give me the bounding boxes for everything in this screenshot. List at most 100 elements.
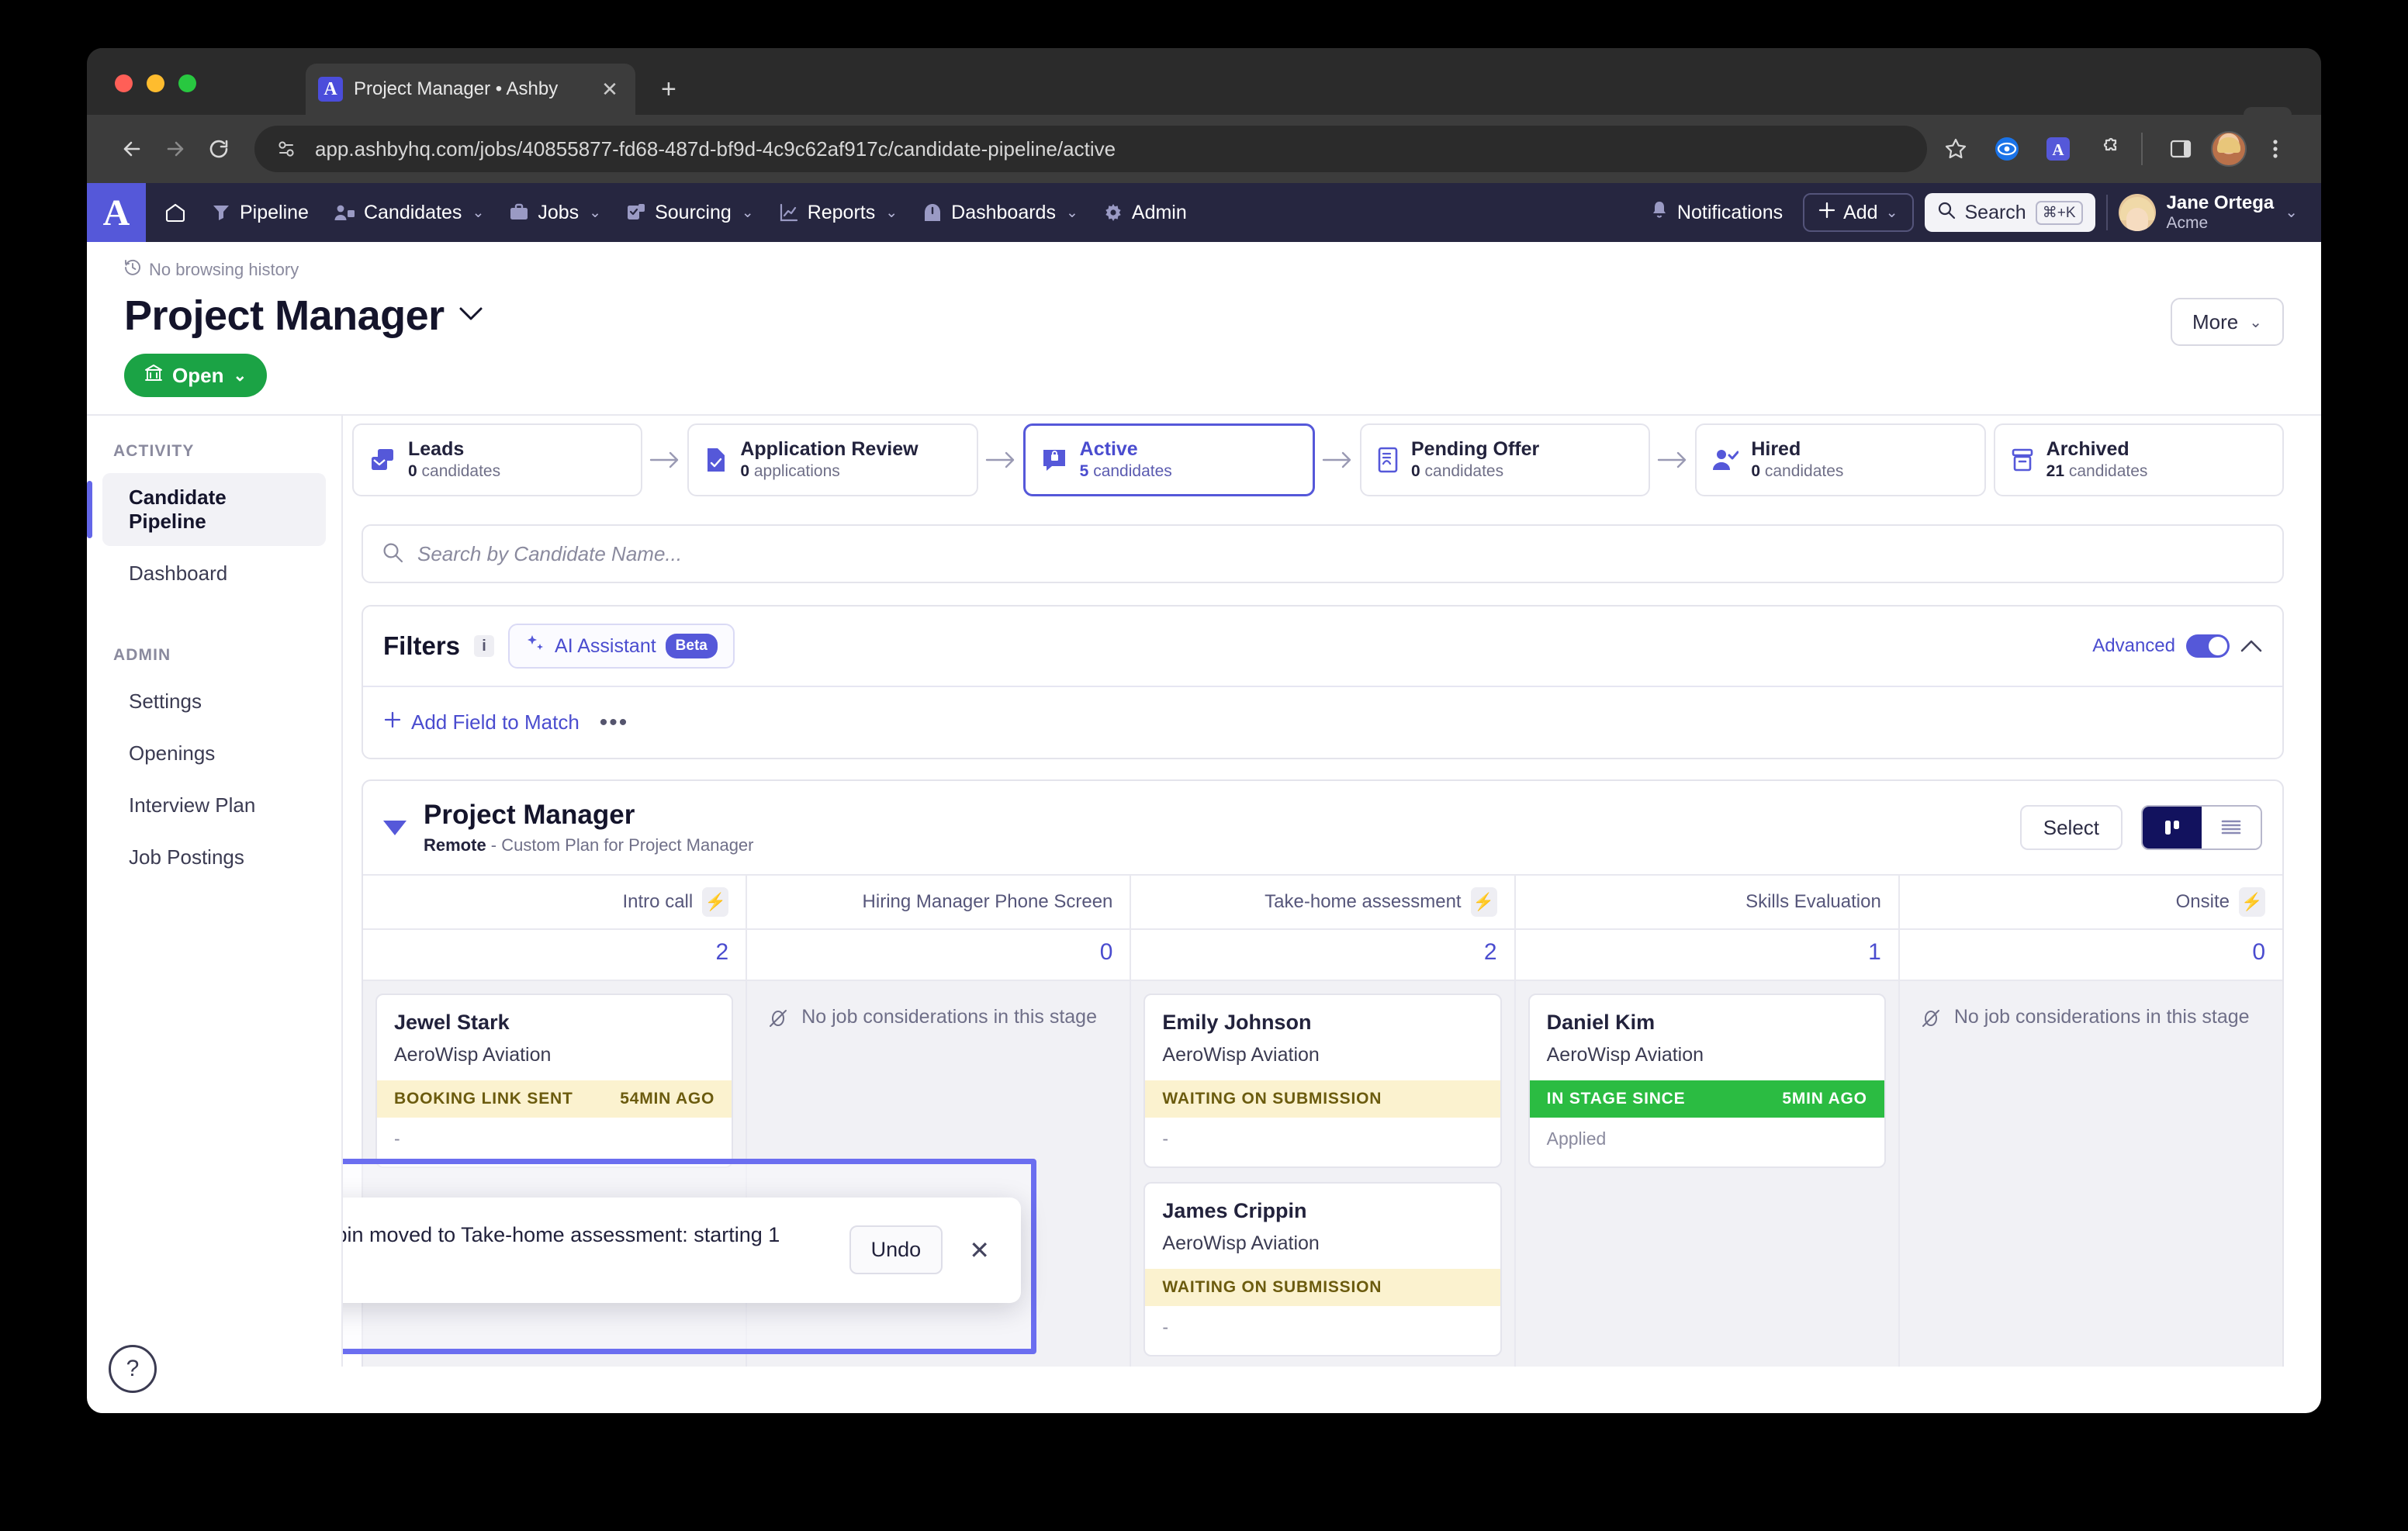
- add-field-to-match-button[interactable]: Add Field to Match: [383, 710, 580, 734]
- kanban-column-header-hiring-manager-phone-screen[interactable]: Hiring Manager Phone Screen: [747, 876, 1132, 929]
- close-icon[interactable]: ✕: [960, 1236, 999, 1265]
- side-panel-icon[interactable]: [2158, 126, 2203, 171]
- sidebar-item-job-postings[interactable]: Job Postings: [102, 833, 326, 882]
- advanced-label[interactable]: Advanced: [2092, 635, 2175, 657]
- sidebar-item-candidate-pipeline[interactable]: Candidate Pipeline: [87, 473, 326, 546]
- job-status-label: Open: [172, 363, 224, 387]
- nav-pipeline[interactable]: Pipeline: [199, 183, 321, 242]
- kanban-column-onsite[interactable]: No job considerations in this stage: [1899, 981, 2282, 1367]
- kanban-column-header-intro-call[interactable]: Intro call ⚡: [363, 876, 748, 929]
- search-icon: [1937, 201, 1956, 225]
- candidate-card[interactable]: James Crippin AeroWisp Aviation WAITING …: [1143, 1182, 1502, 1357]
- back-icon[interactable]: [110, 127, 154, 171]
- browser-window: A Project Manager • Ashby ✕ + app.ashbyh…: [87, 48, 2321, 1413]
- stage-card-leads[interactable]: Leads 0 candidates: [352, 423, 643, 496]
- kanban-column-header-skills-evaluation[interactable]: Skills Evaluation: [1516, 876, 1900, 929]
- application-icon: [704, 447, 728, 473]
- kanban-body: Jewel Stark AeroWisp Aviation BOOKING LI…: [363, 980, 2282, 1367]
- hired-icon: [1712, 448, 1739, 472]
- new-tab-icon[interactable]: +: [661, 76, 676, 102]
- gear-icon: [1103, 202, 1123, 223]
- select-button[interactable]: Select: [2019, 805, 2123, 851]
- open-status-icon: [144, 364, 163, 388]
- minimize-window-button[interactable]: [147, 74, 164, 92]
- sidebar-item-label: Dashboard: [129, 562, 228, 585]
- candidate-name: Jewel Stark: [394, 1011, 510, 1035]
- kanban-column-header-take-home-assessment[interactable]: Take-home assessment ⚡: [1131, 876, 1516, 929]
- job-status-badge[interactable]: Open ⌄: [124, 354, 268, 397]
- nav-pipeline-label: Pipeline: [240, 201, 309, 223]
- ashby-extension-icon[interactable]: A: [2036, 126, 2081, 171]
- nav-reports[interactable]: Reports ⌄: [766, 183, 910, 242]
- more-button[interactable]: More ⌄: [2170, 298, 2284, 346]
- bookmark-star-icon[interactable]: [1933, 126, 1978, 171]
- browser-profile-avatar[interactable]: [2211, 131, 2247, 167]
- extensions-puzzle-icon[interactable]: [2087, 126, 2132, 171]
- ai-assistant-button[interactable]: AI Assistant Beta: [508, 624, 735, 669]
- candidate-card[interactable]: Jewel Stark AeroWisp Aviation BOOKING LI…: [375, 994, 734, 1169]
- nav-candidates[interactable]: Candidates ⌄: [321, 183, 496, 242]
- nav-jobs[interactable]: Jobs ⌄: [496, 183, 614, 242]
- stage-card-pending-offer[interactable]: Pending Offer 0 candidates: [1359, 423, 1651, 496]
- forward-icon[interactable]: [154, 127, 197, 171]
- stage-card-hired[interactable]: Hired 0 candidates: [1695, 423, 1986, 496]
- briefcase-icon: [509, 202, 529, 223]
- candidate-card[interactable]: Daniel Kim AeroWisp Aviation IN STAGE SI…: [1527, 994, 1886, 1169]
- ashby-favicon-icon: A: [318, 77, 343, 102]
- search-input[interactable]: [417, 541, 2264, 566]
- stage-count: 5 candidates: [1080, 461, 1172, 482]
- board-view-icon[interactable]: [2143, 807, 2202, 849]
- kanban-column-skills-evaluation[interactable]: Daniel Kim AeroWisp Aviation IN STAGE SI…: [1515, 981, 1900, 1367]
- kanban-column-intro-call[interactable]: Jewel Stark AeroWisp Aviation BOOKING LI…: [363, 981, 748, 1367]
- undo-button[interactable]: Undo: [849, 1225, 943, 1275]
- collapse-chevron-up-icon[interactable]: [2240, 639, 2262, 653]
- sidebar-item-openings[interactable]: Openings: [102, 729, 326, 778]
- nav-jobs-label: Jobs: [538, 201, 580, 223]
- advanced-toggle[interactable]: [2186, 634, 2230, 658]
- browser-tab[interactable]: A Project Manager • Ashby ✕: [306, 64, 635, 115]
- add-button[interactable]: Add ⌄: [1803, 193, 1914, 232]
- notifications-button[interactable]: Notifications: [1641, 200, 1792, 226]
- stage-card-application-review[interactable]: Application Review 0 applications: [687, 423, 978, 496]
- stage-count: 0 candidates: [1751, 461, 1843, 482]
- list-view-icon[interactable]: [2202, 807, 2261, 849]
- collapse-caret-icon[interactable]: [383, 820, 407, 835]
- help-button[interactable]: ?: [109, 1345, 157, 1393]
- candidate-name: James Crippin: [1162, 1199, 1307, 1223]
- sidebar-item-dashboard[interactable]: Dashboard: [102, 549, 326, 598]
- candidate-card[interactable]: Emily Johnson AeroWisp Aviation WAITING …: [1143, 994, 1502, 1169]
- ashby-logo[interactable]: A: [87, 183, 146, 242]
- kanban-column-header-onsite[interactable]: Onsite ⚡: [1900, 876, 2282, 928]
- kanban-column-hiring-manager-phone-screen[interactable]: No job considerations in this stage: [747, 981, 1132, 1367]
- maximize-window-button[interactable]: [178, 74, 196, 92]
- extension-eye-icon[interactable]: [1984, 126, 2029, 171]
- reload-icon[interactable]: [197, 127, 240, 171]
- nav-dashboards[interactable]: Dashboards ⌄: [910, 183, 1091, 242]
- sidebar-item-settings[interactable]: Settings: [102, 677, 326, 726]
- filters-header: Filters i AI Assistant Beta Advanced: [363, 607, 2282, 687]
- close-window-button[interactable]: [115, 74, 133, 92]
- stage-card-active[interactable]: Active 5 candidates: [1022, 423, 1315, 496]
- kanban-column-take-home-assessment[interactable]: Emily Johnson AeroWisp Aviation WAITING …: [1131, 981, 1516, 1367]
- browser-menu-icon[interactable]: [2253, 126, 2298, 171]
- kanban-column-title: Take-home assessment: [1265, 891, 1462, 913]
- sidebar-item-interview-plan[interactable]: Interview Plan: [102, 781, 326, 830]
- nav-divider: [2105, 195, 2108, 230]
- user-menu[interactable]: Jane Ortega Acme ⌄: [2118, 192, 2303, 233]
- filters-more-icon[interactable]: •••: [600, 711, 629, 734]
- nav-sourcing[interactable]: Sourcing ⌄: [614, 183, 766, 242]
- stage-name: Hired: [1751, 438, 1801, 461]
- page-title-chevron-down-icon[interactable]: [458, 306, 483, 326]
- nav-home[interactable]: [146, 183, 199, 242]
- search-button[interactable]: Search ⌘+K: [1924, 193, 2095, 232]
- sidebar-item-label: Openings: [129, 741, 216, 765]
- job-board-header-actions: Select: [2019, 805, 2262, 851]
- stage-card-archived[interactable]: Archived 21 candidates: [1993, 423, 2284, 496]
- info-icon[interactable]: i: [474, 635, 495, 657]
- browser-tab-title: Project Manager • Ashby: [354, 78, 559, 99]
- candidate-search-box[interactable]: [362, 524, 2284, 583]
- nav-admin[interactable]: Admin: [1091, 183, 1199, 242]
- address-bar[interactable]: app.ashbyhq.com/jobs/40855877-fd68-487d-…: [254, 126, 1927, 172]
- close-tab-icon[interactable]: ✕: [597, 78, 623, 102]
- stage-count-value: 0: [408, 462, 417, 481]
